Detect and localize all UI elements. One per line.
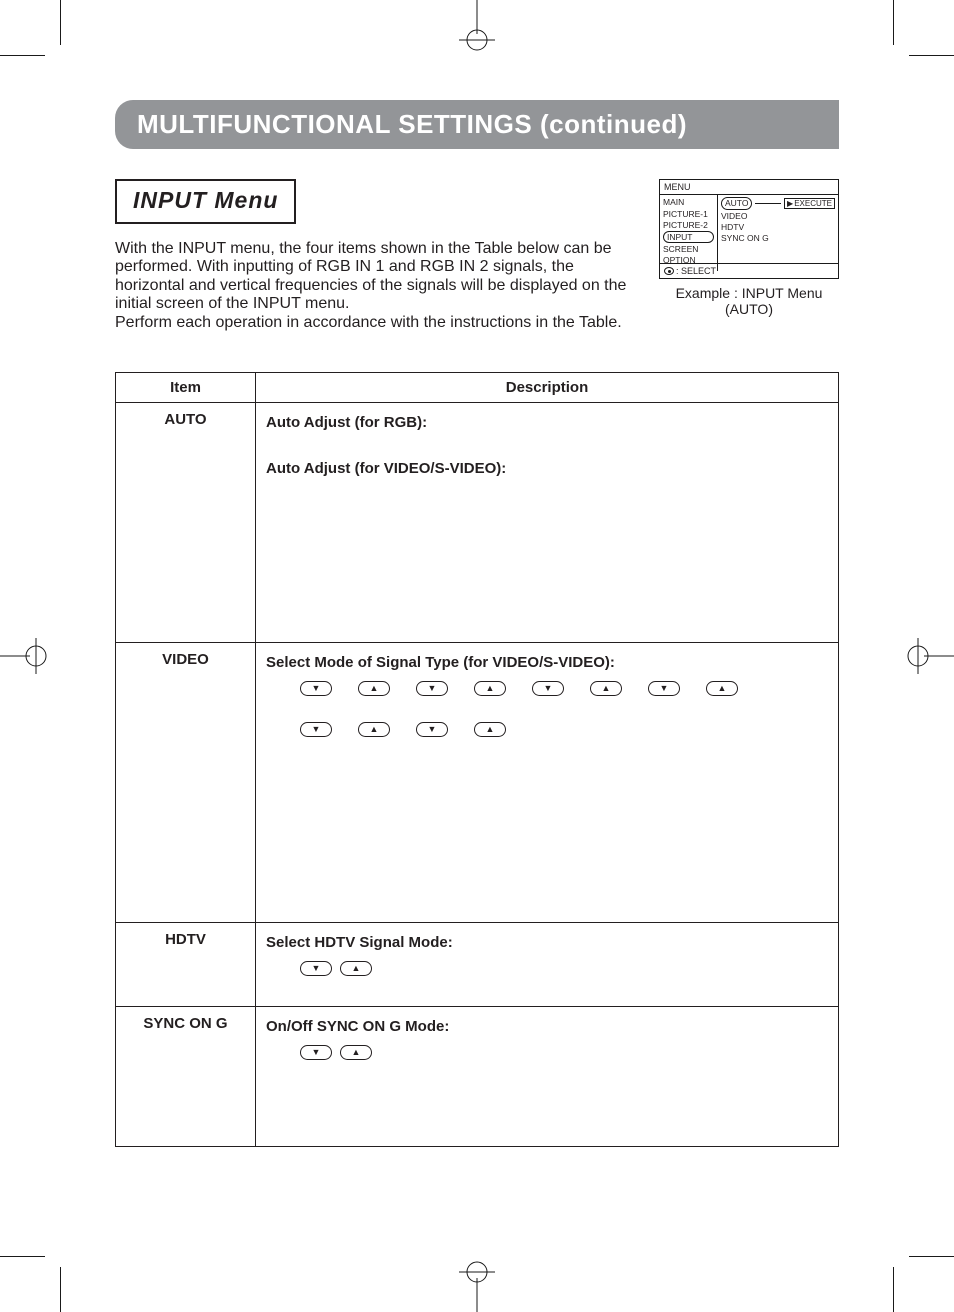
up-arrow-button-icon: ▲ [358,722,390,737]
table-row: HDTV Select HDTV Signal Mode: ▼ ▲ [116,922,839,1006]
down-arrow-button-icon: ▼ [532,681,564,696]
arrow-button-row: ▼ ▲ [300,1045,372,1060]
osd-example: MENU MAIN PICTURE-1 PICTURE-2 INPUT SCRE… [659,179,839,317]
table-header-item: Item [116,372,256,402]
down-arrow-button-icon: ▼ [416,722,448,737]
item-cell-video: VIDEO [116,642,256,922]
osd-right-item: HDTV [721,222,835,232]
down-arrow-button-icon: ▼ [648,681,680,696]
registration-mark-top-icon [455,0,499,52]
table-row: AUTO Auto Adjust (for RGB): Auto Adjust … [116,402,839,642]
crop-mark [893,1267,894,1312]
arrow-button-grid: ▼ ▲ ▼ ▲ ▼ ▲ ▼ ▲ ▼ ▲ ▼ ▲ [300,681,817,737]
osd-right-item-selected: AUTO [721,197,752,209]
crop-mark [909,55,954,56]
osd-right-item: SYNC ON G [721,233,835,243]
desc-cell-hdtv: Select HDTV Signal Mode: ▼ ▲ [256,922,839,1006]
arrow-button-row: ▼ ▲ [300,961,372,976]
registration-mark-bottom-icon [455,1260,499,1312]
osd-left-item: PICTURE-2 [663,220,714,230]
osd-footer: : SELECT [660,263,838,278]
down-arrow-button-icon: ▼ [300,681,332,696]
play-icon: ▶ [787,199,793,208]
osd-right-item: VIDEO [721,211,835,221]
crop-mark [60,0,61,45]
up-arrow-button-icon: ▲ [358,681,390,696]
osd-left-item-selected: INPUT [663,231,714,243]
up-arrow-button-icon: ▲ [340,1045,372,1060]
registration-mark-right-icon [906,634,954,678]
settings-table: Item Description AUTO Auto Adjust (for R… [115,372,839,1147]
desc-cell-video: Select Mode of Signal Type (for VIDEO/S-… [256,642,839,922]
down-arrow-button-icon: ▼ [300,722,332,737]
item-cell-hdtv: HDTV [116,922,256,1006]
table-header-desc: Description [256,372,839,402]
osd-left-menu: MAIN PICTURE-1 PICTURE-2 INPUT SCREEN OP… [660,195,718,271]
osd-caption: Example : INPUT Menu (AUTO) [659,285,839,317]
up-arrow-button-icon: ▲ [474,681,506,696]
item-cell-auto: AUTO [116,402,256,642]
page-title-banner: MULTIFUNCTIONAL SETTINGS (continued) [115,100,839,149]
down-arrow-button-icon: ▼ [300,961,332,976]
osd-left-item: MAIN [663,197,714,207]
down-arrow-button-icon: ▼ [416,681,448,696]
osd-left-item: PICTURE-1 [663,209,714,219]
intro-paragraph-2: Perform each operation in accordance wit… [115,314,639,332]
osd-left-item: SCREEN [663,244,714,254]
up-arrow-button-icon: ▲ [340,961,372,976]
osd-right-menu: AUTO ▶EXECUTE VIDEO HDTV SYNC ON G [718,195,838,271]
page-content: MULTIFUNCTIONAL SETTINGS (continued) INP… [115,100,839,1212]
osd-execute-box: ▶EXECUTE [784,198,835,209]
crop-mark [893,0,894,45]
osd-connector-line [755,203,781,204]
crop-mark [909,1256,954,1257]
down-arrow-button-icon: ▼ [300,1045,332,1060]
osd-title: MENU [660,180,838,195]
disc-icon [664,267,674,275]
item-cell-syncong: SYNC ON G [116,1006,256,1146]
crop-mark [0,1256,45,1257]
section-title: INPUT Menu [115,179,296,224]
up-arrow-button-icon: ▲ [706,681,738,696]
table-row: VIDEO Select Mode of Signal Type (for VI… [116,642,839,922]
registration-mark-left-icon [0,634,48,678]
desc-cell-auto: Auto Adjust (for RGB): Auto Adjust (for … [256,402,839,642]
up-arrow-button-icon: ▲ [474,722,506,737]
crop-mark [60,1267,61,1312]
table-row: SYNC ON G On/Off SYNC ON G Mode: ▼ ▲ [116,1006,839,1146]
osd-screen: MENU MAIN PICTURE-1 PICTURE-2 INPUT SCRE… [659,179,839,279]
crop-mark [0,55,45,56]
up-arrow-button-icon: ▲ [590,681,622,696]
intro-paragraph-1: With the INPUT menu, the four items show… [115,240,639,314]
desc-cell-syncong: On/Off SYNC ON G Mode: ▼ ▲ [256,1006,839,1146]
